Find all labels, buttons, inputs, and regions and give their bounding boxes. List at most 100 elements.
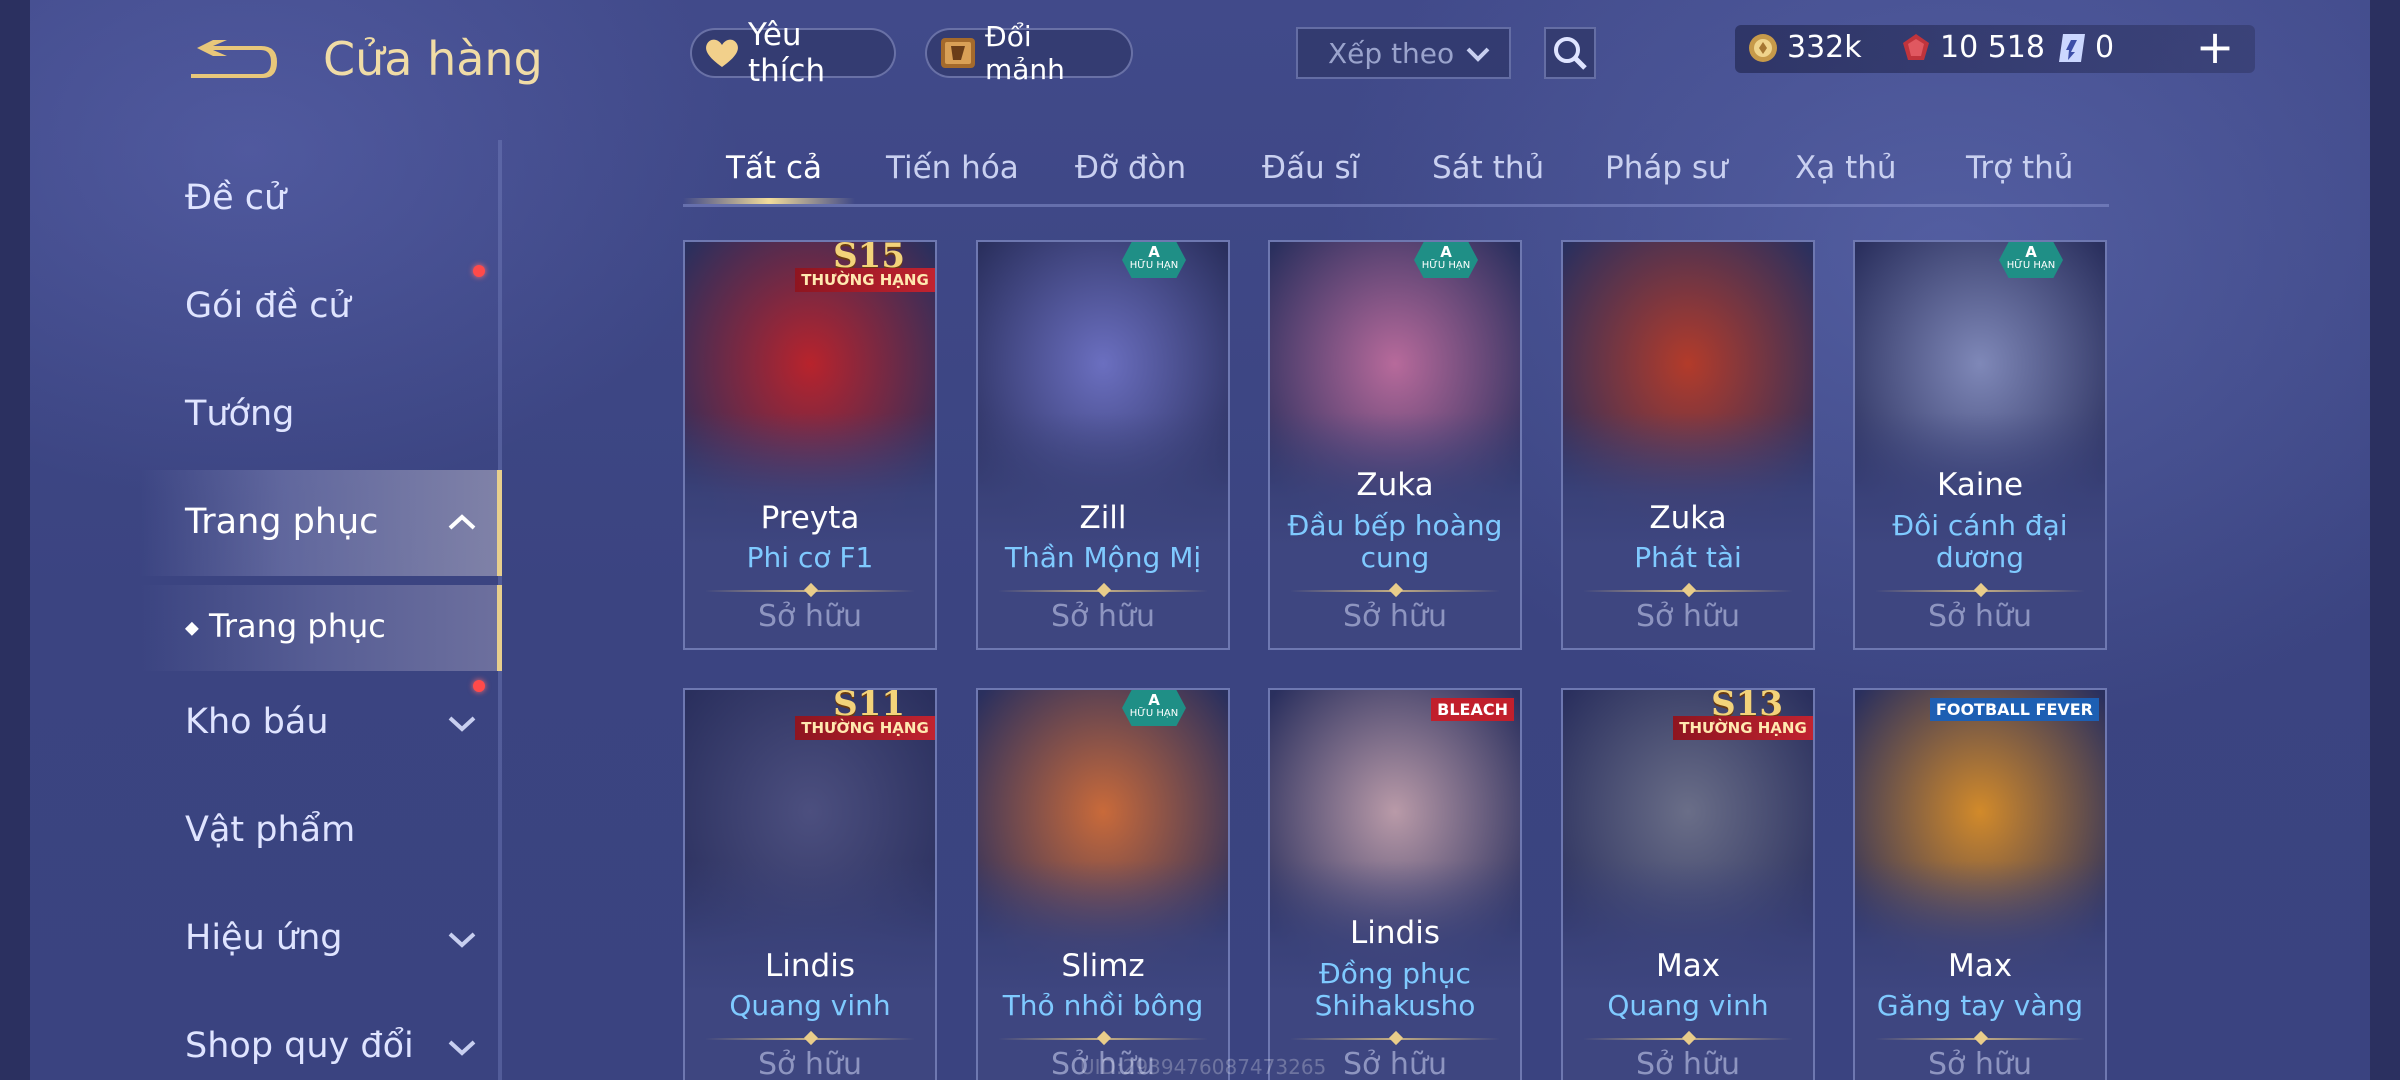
ticket-amount: 0 <box>2095 30 2115 65</box>
voucher-amount: 10 518 <box>1940 30 2045 65</box>
sort-dropdown[interactable]: Xếp theo <box>1296 27 1511 79</box>
rank-band-label: THƯỜNG HẠNG <box>795 268 935 292</box>
skin-name: Thần Mộng Mị <box>1004 541 1202 574</box>
rank-band-label: THƯỜNG HẠNG <box>1673 716 1813 740</box>
event-logo-badge: FOOTBALL FEVER <box>1929 698 2099 721</box>
limited-tier: A <box>2025 243 2037 261</box>
search-icon <box>1554 37 1587 70</box>
skin-card[interactable]: A HỮU HẠN Slimz Thỏ nhồi bông Sở hữu <box>976 688 1230 1080</box>
chevron-down-icon <box>448 1040 476 1056</box>
sort-label: Xếp theo <box>1328 36 1455 70</box>
skin-name: Thỏ nhồi bông <box>1002 989 1204 1022</box>
chevron-down-icon <box>448 932 476 948</box>
owned-status: Sở hữu <box>1636 599 1740 634</box>
skin-card[interactable]: S11 THƯỜNG HẠNG Lindis Quang vinh Sở hữu <box>683 688 937 1080</box>
right-edge <box>2370 0 2400 1080</box>
owned-status: Sở hữu <box>1636 1047 1740 1080</box>
ticket-currency: 0 <box>2057 30 2114 65</box>
limited-tier: A <box>1148 243 1160 261</box>
sidebar-item-skins[interactable]: Trang phục <box>185 502 378 542</box>
skin-card[interactable]: S15 THƯỜNG HẠNG Preyta Phi cơ F1 Sở hữu <box>683 240 937 650</box>
skin-card[interactable]: BLEACH Lindis Đồng phục Shihakusho Sở hữu <box>1268 688 1522 1080</box>
owned-status: Sở hữu <box>758 599 862 634</box>
skin-name: Đôi cánh đại <box>1892 509 2068 542</box>
active-tab-indicator <box>683 198 855 204</box>
limited-badge: A HỮU HẠN <box>1999 242 2063 278</box>
notification-dot <box>473 265 485 277</box>
limited-label: HỮU HẠN <box>1129 708 1179 719</box>
tab-all[interactable]: Tất cả <box>726 150 822 186</box>
limited-badge: A HỮU HẠN <box>1122 242 1186 278</box>
back-arrow-icon[interactable] <box>185 38 281 84</box>
favorite-button[interactable]: Yêu thích <box>690 17 896 89</box>
chevron-down-icon <box>1466 47 1490 62</box>
limited-label: HỮU HẠN <box>1129 260 1179 271</box>
gold-amount: 332k <box>1787 30 1862 65</box>
tab-evolution[interactable]: Tiến hóa <box>886 150 1019 186</box>
voucher-currency: 10 518 <box>1900 30 2045 65</box>
hero-name: Zill <box>1079 500 1127 536</box>
hero-name: Kaine <box>1936 467 2024 503</box>
skin-name: Quang vinh <box>1607 989 1769 1022</box>
notification-dot <box>473 680 485 692</box>
favorite-label: Yêu thích <box>748 17 826 89</box>
add-currency-button[interactable]: + <box>2193 22 2237 72</box>
skin-card[interactable]: A HỮU HẠN Kaine Đôi cánh đại dương Sở hữu <box>1853 240 2107 650</box>
sidebar-subitem-label: Trang phục <box>209 607 386 645</box>
left-edge <box>0 0 30 1080</box>
exchange-label: Đổi mảnh <box>985 20 1065 86</box>
gold-coin-icon <box>1749 33 1777 62</box>
tab-support[interactable]: Trợ thủ <box>1966 150 2073 186</box>
sidebar-item-effects[interactable]: Hiệu ứng <box>185 918 342 958</box>
skin-card[interactable]: Zuka Phát tài Sở hữu <box>1561 240 1815 650</box>
hero-name: Zuka <box>1356 467 1434 503</box>
owned-status: Sở hữu <box>1343 599 1447 634</box>
diamond-bullet-icon: ◆ <box>185 617 199 639</box>
tab-assassin[interactable]: Sát thủ <box>1432 150 1544 186</box>
heart-icon <box>704 34 740 72</box>
owned-status: Sở hữu <box>1928 599 2032 634</box>
limited-label: HỮU HẠN <box>1421 260 1471 271</box>
skin-name: Phát tài <box>1634 541 1742 574</box>
tab-tank[interactable]: Đỡ đòn <box>1075 150 1186 186</box>
sidebar-item-exchange-shop[interactable]: Shop quy đổi <box>185 1026 414 1066</box>
hero-name: Max <box>1655 948 1721 984</box>
ticket-icon <box>2059 33 2085 62</box>
shop-screen: Cửa hàng Yêu thích Đổi mảnh Xếp theo 332… <box>0 0 2400 1080</box>
hero-name: Preyta <box>760 500 860 536</box>
skin-card[interactable]: S13 THƯỜNG HẠNG Max Quang vinh Sở hữu <box>1561 688 1815 1080</box>
shard-chest-icon <box>939 34 977 72</box>
limited-label: HỮU HẠN <box>2006 260 2056 271</box>
gold-currency: 332k <box>1747 30 1862 65</box>
sidebar-subitem-skins[interactable]: ◆ Trang phục <box>185 607 386 645</box>
sidebar-item-recommended[interactable]: Đề cử <box>185 178 286 218</box>
hero-name: Max <box>1947 948 2013 984</box>
search-button[interactable] <box>1544 27 1596 79</box>
sidebar-item-bundles[interactable]: Gói đề cử <box>185 286 351 326</box>
chevron-up-icon <box>448 514 476 530</box>
hero-name: Slimz <box>1061 948 1145 984</box>
sidebar-item-treasure[interactable]: Kho báu <box>185 702 329 742</box>
skin-name-line2: dương <box>1935 541 2025 574</box>
rank-band-label: THƯỜNG HẠNG <box>795 716 935 740</box>
hero-name: Lindis <box>1350 915 1440 951</box>
skin-name: Phi cơ F1 <box>746 541 874 574</box>
skin-name-line2: cung <box>1360 541 1430 574</box>
rank-reward-badge: S15 THƯỜNG HẠNG <box>795 242 935 294</box>
owned-status: Sở hữu <box>758 1047 862 1080</box>
tab-fighter[interactable]: Đấu sĩ <box>1262 150 1359 186</box>
tab-mage[interactable]: Pháp sư <box>1605 150 1728 186</box>
tab-marksman[interactable]: Xạ thủ <box>1795 150 1897 186</box>
skin-card[interactable]: A HỮU HẠN Zill Thần Mộng Mị Sở hữu <box>976 240 1230 650</box>
limited-badge: A HỮU HẠN <box>1414 242 1478 278</box>
skin-card[interactable]: FOOTBALL FEVER Max Găng tay vàng Sở hữu <box>1853 688 2107 1080</box>
skin-name: Đồng phục <box>1319 957 1471 990</box>
exchange-shards-button[interactable]: Đổi mảnh <box>925 20 1133 86</box>
skin-card[interactable]: A HỮU HẠN Zuka Đầu bếp hoàng cung Sở hữu <box>1268 240 1522 650</box>
skin-name: Quang vinh <box>729 989 891 1022</box>
chevron-down-icon <box>448 716 476 732</box>
owned-status: Sở hữu <box>1928 1047 2032 1080</box>
sidebar-item-items[interactable]: Vật phẩm <box>185 810 355 850</box>
sidebar-item-heroes[interactable]: Tướng <box>185 394 294 434</box>
hero-name: Lindis <box>765 948 855 984</box>
